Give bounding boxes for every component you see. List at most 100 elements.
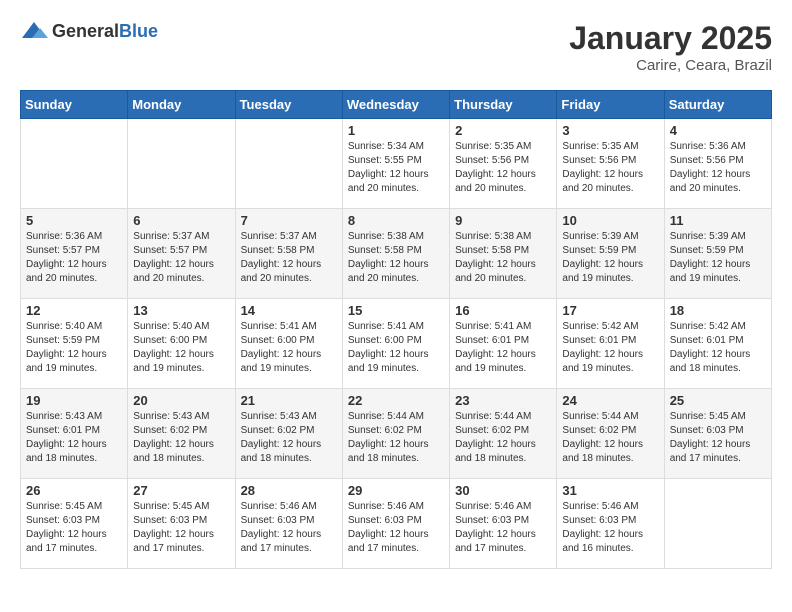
day-number: 2 [455,123,551,138]
day-info: Sunrise: 5:39 AM Sunset: 5:59 PM Dayligh… [670,230,766,286]
day-info: Sunrise: 5:34 AM Sunset: 5:55 PM Dayligh… [348,140,444,196]
calendar-cell: 25Sunrise: 5:45 AM Sunset: 6:03 PM Dayli… [664,389,771,479]
day-number: 19 [26,393,122,408]
calendar-cell [235,119,342,209]
calendar-cell: 11 Sunrise: 5:39 AM Sunset: 5:59 PM Dayli… [664,209,771,299]
day-info: Sunrise: 5:45 AM Sunset: 6:03 PM Dayligh… [133,500,229,556]
day-info: Sunrise: 5:46 AM Sunset: 6:03 PM Dayligh… [348,500,444,556]
day-info: Sunrise: 5:37 AM Sunset: 5:58 PM Dayligh… [241,230,337,286]
day-number: 10 [562,213,658,228]
calendar-cell: 5 Sunrise: 5:36 AM Sunset: 5:57 PM Daylig… [21,209,128,299]
calendar-cell: 12Sunrise: 5:40 AM Sunset: 5:59 PM Dayli… [21,299,128,389]
day-info: Sunrise: 5:43 AM Sunset: 6:01 PM Dayligh… [26,410,122,466]
calendar-cell: 23 Sunrise: 5:44 AM Sunset: 6:02 PM Dayli… [450,389,557,479]
calendar-cell: 24 Sunrise: 5:44 AM Sunset: 6:02 PM Dayli… [557,389,664,479]
calendar-cell: 8 Sunrise: 5:38 AM Sunset: 5:58 PM Daylig… [342,209,449,299]
day-number: 24 [562,393,658,408]
day-number: 30 [455,483,551,498]
day-number: 9 [455,213,551,228]
day-number: 7 [241,213,337,228]
calendar-cell: 29 Sunrise: 5:46 AM Sunset: 6:03 PM Dayli… [342,479,449,569]
day-info: Sunrise: 5:35 AM Sunset: 5:56 PM Dayligh… [562,140,658,196]
calendar-cell: 13 Sunrise: 5:40 AM Sunset: 6:00 PM Dayli… [128,299,235,389]
day-info: Sunrise: 5:38 AM Sunset: 5:58 PM Dayligh… [348,230,444,286]
day-info: Sunrise: 5:37 AM Sunset: 5:57 PM Dayligh… [133,230,229,286]
day-info: Sunrise: 5:36 AM Sunset: 5:57 PM Dayligh… [26,230,122,286]
day-number: 28 [241,483,337,498]
calendar-table: SundayMondayTuesdayWednesdayThursdayFrid… [20,90,772,569]
calendar-cell: 16 Sunrise: 5:41 AM Sunset: 6:01 PM Dayli… [450,299,557,389]
calendar-cell: 28 Sunrise: 5:46 AM Sunset: 6:03 PM Dayli… [235,479,342,569]
day-info: Sunrise: 5:44 AM Sunset: 6:02 PM Dayligh… [348,410,444,466]
day-info: Sunrise: 5:41 AM Sunset: 6:01 PM Dayligh… [455,320,551,376]
calendar-cell [664,479,771,569]
day-info: Sunrise: 5:36 AM Sunset: 5:56 PM Dayligh… [670,140,766,196]
calendar-cell: 6Sunrise: 5:37 AM Sunset: 5:57 PM Daylig… [128,209,235,299]
calendar-cell: 3Sunrise: 5:35 AM Sunset: 5:56 PM Daylig… [557,119,664,209]
day-number: 18 [670,303,766,318]
day-info: Sunrise: 5:45 AM Sunset: 6:03 PM Dayligh… [670,410,766,466]
day-number: 13 [133,303,229,318]
location: Carire, Ceara, Brazil [569,57,772,74]
day-info: Sunrise: 5:35 AM Sunset: 5:56 PM Dayligh… [455,140,551,196]
calendar-cell: 31Sunrise: 5:46 AM Sunset: 6:03 PM Dayli… [557,479,664,569]
day-info: Sunrise: 5:44 AM Sunset: 6:02 PM Dayligh… [455,410,551,466]
month-title: January 2025 [569,20,772,57]
logo-blue: Blue [119,21,158,41]
weekday-header-wednesday: Wednesday [342,91,449,119]
day-number: 17 [562,303,658,318]
day-number: 16 [455,303,551,318]
calendar-week-row: 26Sunrise: 5:45 AM Sunset: 6:03 PM Dayli… [21,479,772,569]
day-number: 31 [562,483,658,498]
calendar-cell: 14 Sunrise: 5:41 AM Sunset: 6:00 PM Dayli… [235,299,342,389]
calendar-week-row: 5 Sunrise: 5:36 AM Sunset: 5:57 PM Daylig… [21,209,772,299]
day-info: Sunrise: 5:45 AM Sunset: 6:03 PM Dayligh… [26,500,122,556]
logo-icon [20,20,48,42]
calendar-week-row: 1 Sunrise: 5:34 AM Sunset: 5:55 PM Daylig… [21,119,772,209]
day-number: 1 [348,123,444,138]
calendar-cell: 22 Sunrise: 5:44 AM Sunset: 6:02 PM Dayli… [342,389,449,479]
calendar-cell: 10 Sunrise: 5:39 AM Sunset: 5:59 PM Dayli… [557,209,664,299]
day-info: Sunrise: 5:41 AM Sunset: 6:00 PM Dayligh… [348,320,444,376]
day-number: 23 [455,393,551,408]
day-info: Sunrise: 5:43 AM Sunset: 6:02 PM Dayligh… [241,410,337,466]
weekday-header-row: SundayMondayTuesdayWednesdayThursdayFrid… [21,91,772,119]
day-number: 15 [348,303,444,318]
day-number: 5 [26,213,122,228]
calendar-cell: 19 Sunrise: 5:43 AM Sunset: 6:01 PM Dayli… [21,389,128,479]
calendar-cell: 26Sunrise: 5:45 AM Sunset: 6:03 PM Dayli… [21,479,128,569]
day-info: Sunrise: 5:40 AM Sunset: 5:59 PM Dayligh… [26,320,122,376]
day-number: 29 [348,483,444,498]
weekday-header-sunday: Sunday [21,91,128,119]
weekday-header-thursday: Thursday [450,91,557,119]
page-header: GeneralBlue January 2025 Carire, Ceara, … [20,20,772,74]
day-info: Sunrise: 5:46 AM Sunset: 6:03 PM Dayligh… [455,500,551,556]
day-number: 22 [348,393,444,408]
day-number: 14 [241,303,337,318]
logo-general: General [52,21,119,41]
day-info: Sunrise: 5:44 AM Sunset: 6:02 PM Dayligh… [562,410,658,466]
calendar-cell: 27Sunrise: 5:45 AM Sunset: 6:03 PM Dayli… [128,479,235,569]
day-info: Sunrise: 5:43 AM Sunset: 6:02 PM Dayligh… [133,410,229,466]
day-info: Sunrise: 5:42 AM Sunset: 6:01 PM Dayligh… [562,320,658,376]
weekday-header-tuesday: Tuesday [235,91,342,119]
day-number: 8 [348,213,444,228]
day-number: 11 [670,213,766,228]
calendar-week-row: 19 Sunrise: 5:43 AM Sunset: 6:01 PM Dayli… [21,389,772,479]
calendar-cell: 1 Sunrise: 5:34 AM Sunset: 5:55 PM Daylig… [342,119,449,209]
calendar-cell [21,119,128,209]
calendar-cell: 30 Sunrise: 5:46 AM Sunset: 6:03 PM Dayli… [450,479,557,569]
weekday-header-monday: Monday [128,91,235,119]
calendar-cell: 4 Sunrise: 5:36 AM Sunset: 5:56 PM Daylig… [664,119,771,209]
day-info: Sunrise: 5:41 AM Sunset: 6:00 PM Dayligh… [241,320,337,376]
logo: GeneralBlue [20,20,158,42]
day-number: 20 [133,393,229,408]
title-block: January 2025 Carire, Ceara, Brazil [569,20,772,74]
calendar-cell: 15 Sunrise: 5:41 AM Sunset: 6:00 PM Dayli… [342,299,449,389]
day-info: Sunrise: 5:40 AM Sunset: 6:00 PM Dayligh… [133,320,229,376]
day-info: Sunrise: 5:39 AM Sunset: 5:59 PM Dayligh… [562,230,658,286]
day-info: Sunrise: 5:42 AM Sunset: 6:01 PM Dayligh… [670,320,766,376]
day-info: Sunrise: 5:46 AM Sunset: 6:03 PM Dayligh… [241,500,337,556]
day-number: 4 [670,123,766,138]
calendar-week-row: 12Sunrise: 5:40 AM Sunset: 5:59 PM Dayli… [21,299,772,389]
